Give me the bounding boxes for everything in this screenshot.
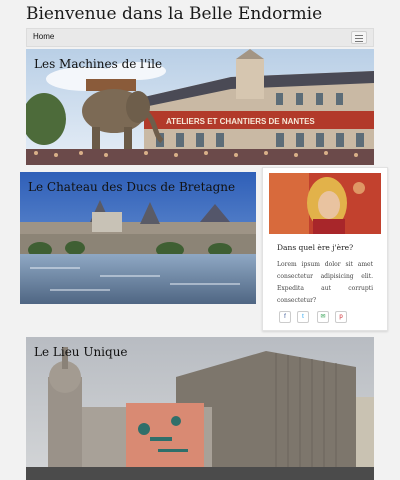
pinterest-icon: p bbox=[339, 314, 343, 320]
article-text: Lorem ipsum dolor sit amet consectetur a… bbox=[277, 261, 373, 304]
email-icon: ✉ bbox=[320, 314, 326, 320]
sidebar-article-card[interactable]: Dans quel ère j'ère? Lorem ipsum dolor s… bbox=[262, 167, 388, 331]
nav-home-link[interactable]: Home bbox=[33, 32, 54, 41]
factory-sign-text: ATELIERS ET CHANTIERS DE NANTES bbox=[166, 117, 315, 126]
card-lieu-unique[interactable]: Le Lieu Unique bbox=[26, 337, 374, 480]
menu-toggle-icon[interactable] bbox=[351, 31, 367, 44]
article-title: Dans quel ère j'ère? bbox=[277, 243, 354, 252]
article-image bbox=[269, 173, 381, 234]
card-title: Le Lieu Unique bbox=[34, 345, 128, 359]
twitter-share-button[interactable]: t bbox=[297, 311, 309, 323]
twitter-icon: t bbox=[302, 314, 304, 320]
facebook-share-button[interactable]: f bbox=[279, 311, 291, 323]
email-share-button[interactable]: ✉ bbox=[317, 311, 329, 323]
navbar: Home bbox=[26, 28, 374, 47]
card-machines[interactable]: ATELIERS ET CHANTIERS DE NANTES Les Mach… bbox=[26, 49, 374, 165]
facebook-icon: f bbox=[284, 314, 286, 320]
card-title: Les Machines de l'ile bbox=[34, 57, 163, 71]
card-title: Le Chateau des Ducs de Bretagne bbox=[28, 180, 236, 194]
site-title: Bienvenue dans la Belle Endormie bbox=[26, 4, 323, 24]
pinterest-share-button[interactable]: p bbox=[335, 311, 347, 323]
card-chateau[interactable]: Le Chateau des Ducs de Bretagne bbox=[20, 172, 256, 304]
